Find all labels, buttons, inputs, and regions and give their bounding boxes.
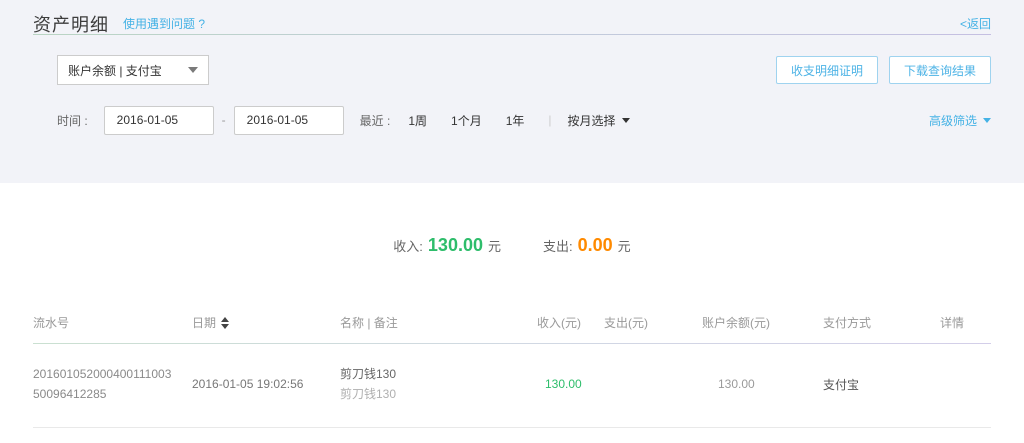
- cell-serial-number: 20160105200040011100350096412285: [33, 364, 192, 405]
- action-buttons: 收支明细证明 下载查询结果: [776, 56, 991, 84]
- column-name-note: 名称 | 备注: [340, 314, 537, 331]
- chevron-down-icon: [188, 67, 198, 73]
- transaction-name: 剪刀钱130: [340, 364, 537, 384]
- results-section: 收入: 130.00 元 支出: 0.00 元 流水号 日期 名称 | 备注 收…: [0, 183, 1024, 428]
- row-divider: [33, 427, 991, 428]
- download-results-button[interactable]: 下载查询结果: [889, 56, 991, 84]
- header-divider: [33, 34, 991, 35]
- cell-income: 130.00: [537, 377, 604, 391]
- chevron-down-icon: [983, 118, 991, 123]
- date-range-separator: -: [222, 113, 226, 127]
- page-header: 资产明细 使用遇到问题 ? <返回: [33, 0, 991, 34]
- table-row: 20160105200040011100350096412285 2016-01…: [33, 344, 991, 427]
- column-detail: 详情: [940, 314, 991, 331]
- page-title: 资产明细: [33, 11, 109, 37]
- chevron-down-icon: [622, 118, 630, 123]
- table-header-row: 流水号 日期 名称 | 备注 收入(元) 支出(元) 账户余额(元) 支付方式 …: [33, 314, 991, 343]
- account-type-select[interactable]: 账户余额 | 支付宝: [57, 55, 209, 85]
- column-date: 日期: [192, 314, 340, 331]
- help-link[interactable]: 使用遇到问题 ?: [123, 15, 205, 32]
- account-type-value: 账户余额 | 支付宝: [68, 62, 162, 79]
- income-total: 130.00: [428, 235, 483, 256]
- transaction-note: 剪刀钱130: [340, 384, 537, 404]
- advanced-filter-label: 高级筛选: [929, 112, 977, 129]
- column-expense: 支出(元): [604, 314, 702, 331]
- range-1-month-link[interactable]: 1个月: [451, 112, 482, 129]
- column-date-label: 日期: [192, 314, 216, 331]
- filter-row-time: 时间 : - 最近 : 1周 1个月 1年 | 按月选择 高级筛选: [57, 105, 991, 135]
- summary-row: 收入: 130.00 元 支出: 0.00 元: [33, 183, 991, 256]
- cell-date: 2016-01-05 19:02:56: [192, 377, 340, 391]
- advanced-filter-dropdown[interactable]: 高级筛选: [929, 112, 991, 129]
- expense-total: 0.00: [578, 235, 613, 256]
- expense-summary: 支出: 0.00 元: [543, 235, 631, 256]
- expense-unit: 元: [618, 236, 631, 255]
- column-serial: 流水号: [33, 314, 192, 331]
- recent-label: 最近 :: [360, 112, 391, 129]
- income-label: 收入:: [393, 236, 423, 255]
- by-month-label: 按月选择: [568, 112, 616, 129]
- cell-name-note: 剪刀钱130 剪刀钱130: [340, 364, 537, 405]
- statement-proof-button[interactable]: 收支明细证明: [776, 56, 878, 84]
- income-summary: 收入: 130.00 元: [393, 235, 501, 256]
- column-payment-method: 支付方式: [823, 314, 940, 331]
- column-income: 收入(元): [537, 314, 604, 331]
- date-start-input[interactable]: [104, 106, 214, 135]
- expense-label: 支出:: [543, 236, 573, 255]
- cell-payment-method: 支付宝: [823, 376, 940, 393]
- sort-icon[interactable]: [221, 317, 229, 329]
- table-header-divider: [33, 343, 991, 344]
- pipe-separator: |: [548, 113, 551, 127]
- time-label: 时间 :: [57, 112, 88, 129]
- date-end-input[interactable]: [234, 106, 344, 135]
- column-balance: 账户余额(元): [702, 314, 823, 331]
- range-1-year-link[interactable]: 1年: [506, 112, 525, 129]
- select-by-month-dropdown[interactable]: 按月选择: [568, 112, 630, 129]
- filter-section: 资产明细 使用遇到问题 ? <返回 账户余额 | 支付宝 收支明细证明 下载查询…: [0, 0, 1024, 183]
- filter-row-account: 账户余额 | 支付宝 收支明细证明 下载查询结果: [57, 55, 991, 85]
- income-unit: 元: [488, 236, 501, 255]
- back-link[interactable]: <返回: [960, 15, 991, 32]
- cell-balance: 130.00: [702, 377, 823, 391]
- range-1-week-link[interactable]: 1周: [408, 112, 427, 129]
